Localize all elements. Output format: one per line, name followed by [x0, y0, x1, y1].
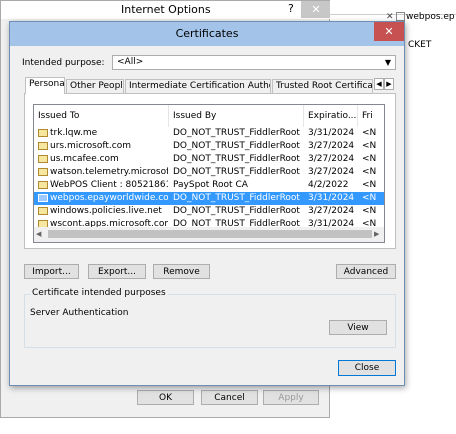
- tab-personal[interactable]: Personal: [25, 77, 65, 94]
- column-issued-to[interactable]: Issued To: [34, 105, 169, 127]
- tab-scroll-right-icon[interactable]: ▶: [384, 78, 394, 90]
- intended-purpose-label: Intended purpose:: [22, 58, 105, 68]
- intended-purposes-title: Certificate intended purposes: [30, 288, 168, 298]
- horizontal-scrollbar[interactable]: ◀ ▶: [34, 227, 384, 242]
- issued-by: DO_NOT_TRUST_FiddlerRoot: [173, 141, 300, 151]
- list-item[interactable]: urs.microsoft.com DO_NOT_TRUST_FiddlerRo…: [34, 140, 384, 153]
- list-item[interactable]: WebPOS Client : 80521861 PaySpot Root CA…: [34, 179, 384, 192]
- list-item[interactable]: us.mcafee.com DO_NOT_TRUST_FiddlerRoot 3…: [34, 153, 384, 166]
- expiration: 3/27/2024: [308, 167, 355, 177]
- remove-button[interactable]: Remove: [153, 264, 210, 279]
- expiration: 3/27/2024: [308, 206, 355, 216]
- ok-button[interactable]: OK: [137, 390, 194, 405]
- issued-by: DO_NOT_TRUST_FiddlerRoot: [173, 167, 300, 177]
- issued-to: WebPOS Client : 80521861: [50, 180, 168, 190]
- intended-purpose-select[interactable]: <All> ▼: [112, 55, 396, 70]
- issued-by: DO_NOT_TRUST_FiddlerRoot: [173, 206, 300, 216]
- intended-purposes-value: Server Authentication: [30, 308, 129, 318]
- certificate-icon: [38, 181, 48, 189]
- browser-page-text: CKET: [408, 40, 432, 50]
- certificate-icon: [38, 155, 48, 163]
- expiration: 4/2/2022: [308, 180, 349, 190]
- tab-scroll-left-icon[interactable]: ◀: [374, 78, 384, 90]
- column-issued-by[interactable]: Issued By: [169, 105, 304, 127]
- expiration: 3/27/2024: [308, 141, 355, 151]
- issued-to: webpos.epayworldwide.com: [50, 193, 168, 203]
- column-friendly-name[interactable]: Fri: [358, 105, 384, 127]
- friendly-name: <N: [362, 128, 377, 138]
- list-item[interactable]: watson.telemetry.microsoft.... DO_NOT_TR…: [34, 166, 384, 179]
- certificate-icon: [38, 168, 48, 176]
- internet-options-title: Internet Options: [121, 3, 211, 16]
- list-item[interactable]: windows.policies.live.net DO_NOT_TRUST_F…: [34, 205, 384, 218]
- page-icon: [396, 12, 405, 21]
- issued-by: DO_NOT_TRUST_FiddlerRoot: [173, 193, 300, 203]
- apply-button[interactable]: Apply: [263, 390, 319, 405]
- list-item[interactable]: trk.lqw.me DO_NOT_TRUST_FiddlerRoot 3/31…: [34, 127, 384, 140]
- issued-to: watson.telemetry.microsoft....: [50, 167, 168, 177]
- certificate-icon: [38, 207, 48, 215]
- certificate-icon: [38, 194, 48, 202]
- issued-to: windows.policies.live.net: [50, 206, 162, 216]
- issued-to: us.mcafee.com: [50, 154, 119, 164]
- issued-to: urs.microsoft.com: [50, 141, 131, 151]
- issued-by: PaySpot Root CA: [173, 180, 248, 190]
- certificate-icon: [38, 142, 48, 150]
- scroll-right-icon[interactable]: ▶: [374, 230, 379, 238]
- column-expiration[interactable]: Expiratio...: [304, 105, 358, 127]
- export-button[interactable]: Export...: [88, 264, 146, 279]
- issued-by: DO_NOT_TRUST_FiddlerRoot: [173, 128, 300, 138]
- friendly-name: <N: [362, 206, 377, 216]
- expiration: 3/27/2024: [308, 154, 355, 164]
- issued-to: trk.lqw.me: [50, 128, 98, 138]
- scroll-left-icon[interactable]: ◀: [36, 230, 41, 238]
- import-button[interactable]: Import...: [24, 264, 79, 279]
- certificates-close-icon[interactable]: ✕: [374, 22, 404, 41]
- help-button[interactable]: ?: [288, 2, 294, 15]
- certificates-dialog: Certificates ✕ Intended purpose: <All> ▼…: [9, 21, 405, 386]
- list-item-selected[interactable]: webpos.epayworldwide.com DO_NOT_TRUST_Fi…: [34, 192, 384, 205]
- chevron-down-icon: ▼: [384, 58, 391, 67]
- tab-trusted-root[interactable]: Trusted Root Certification: [272, 79, 373, 93]
- issued-by: DO_NOT_TRUST_FiddlerRoot: [173, 154, 300, 164]
- certificate-icon: [38, 129, 48, 137]
- tab-other-people[interactable]: Other People: [66, 79, 124, 93]
- intended-purpose-value: <All>: [117, 57, 144, 67]
- cancel-button[interactable]: Cancel: [201, 390, 258, 405]
- expiration: 3/31/2024: [308, 193, 355, 203]
- browser-tab-title[interactable]: webpos.ep: [406, 12, 455, 22]
- internet-options-close-button[interactable]: ✕: [301, 1, 331, 18]
- tab-intermediate-ca[interactable]: Intermediate Certification Authorities: [125, 79, 271, 93]
- advanced-button[interactable]: Advanced: [336, 264, 396, 279]
- view-button[interactable]: View: [329, 320, 387, 335]
- scrollbar-thumb[interactable]: [48, 230, 372, 238]
- close-button[interactable]: Close: [338, 360, 396, 376]
- friendly-name: <N: [362, 154, 377, 164]
- friendly-name: <N: [362, 193, 377, 203]
- certificates-title: Certificates: [175, 27, 239, 40]
- friendly-name: <N: [362, 141, 377, 151]
- friendly-name: <N: [362, 167, 377, 177]
- certificate-list[interactable]: Issued To Issued By Expiratio... Fri trk…: [33, 104, 385, 243]
- expiration: 3/31/2024: [308, 128, 355, 138]
- friendly-name: <N: [362, 180, 377, 190]
